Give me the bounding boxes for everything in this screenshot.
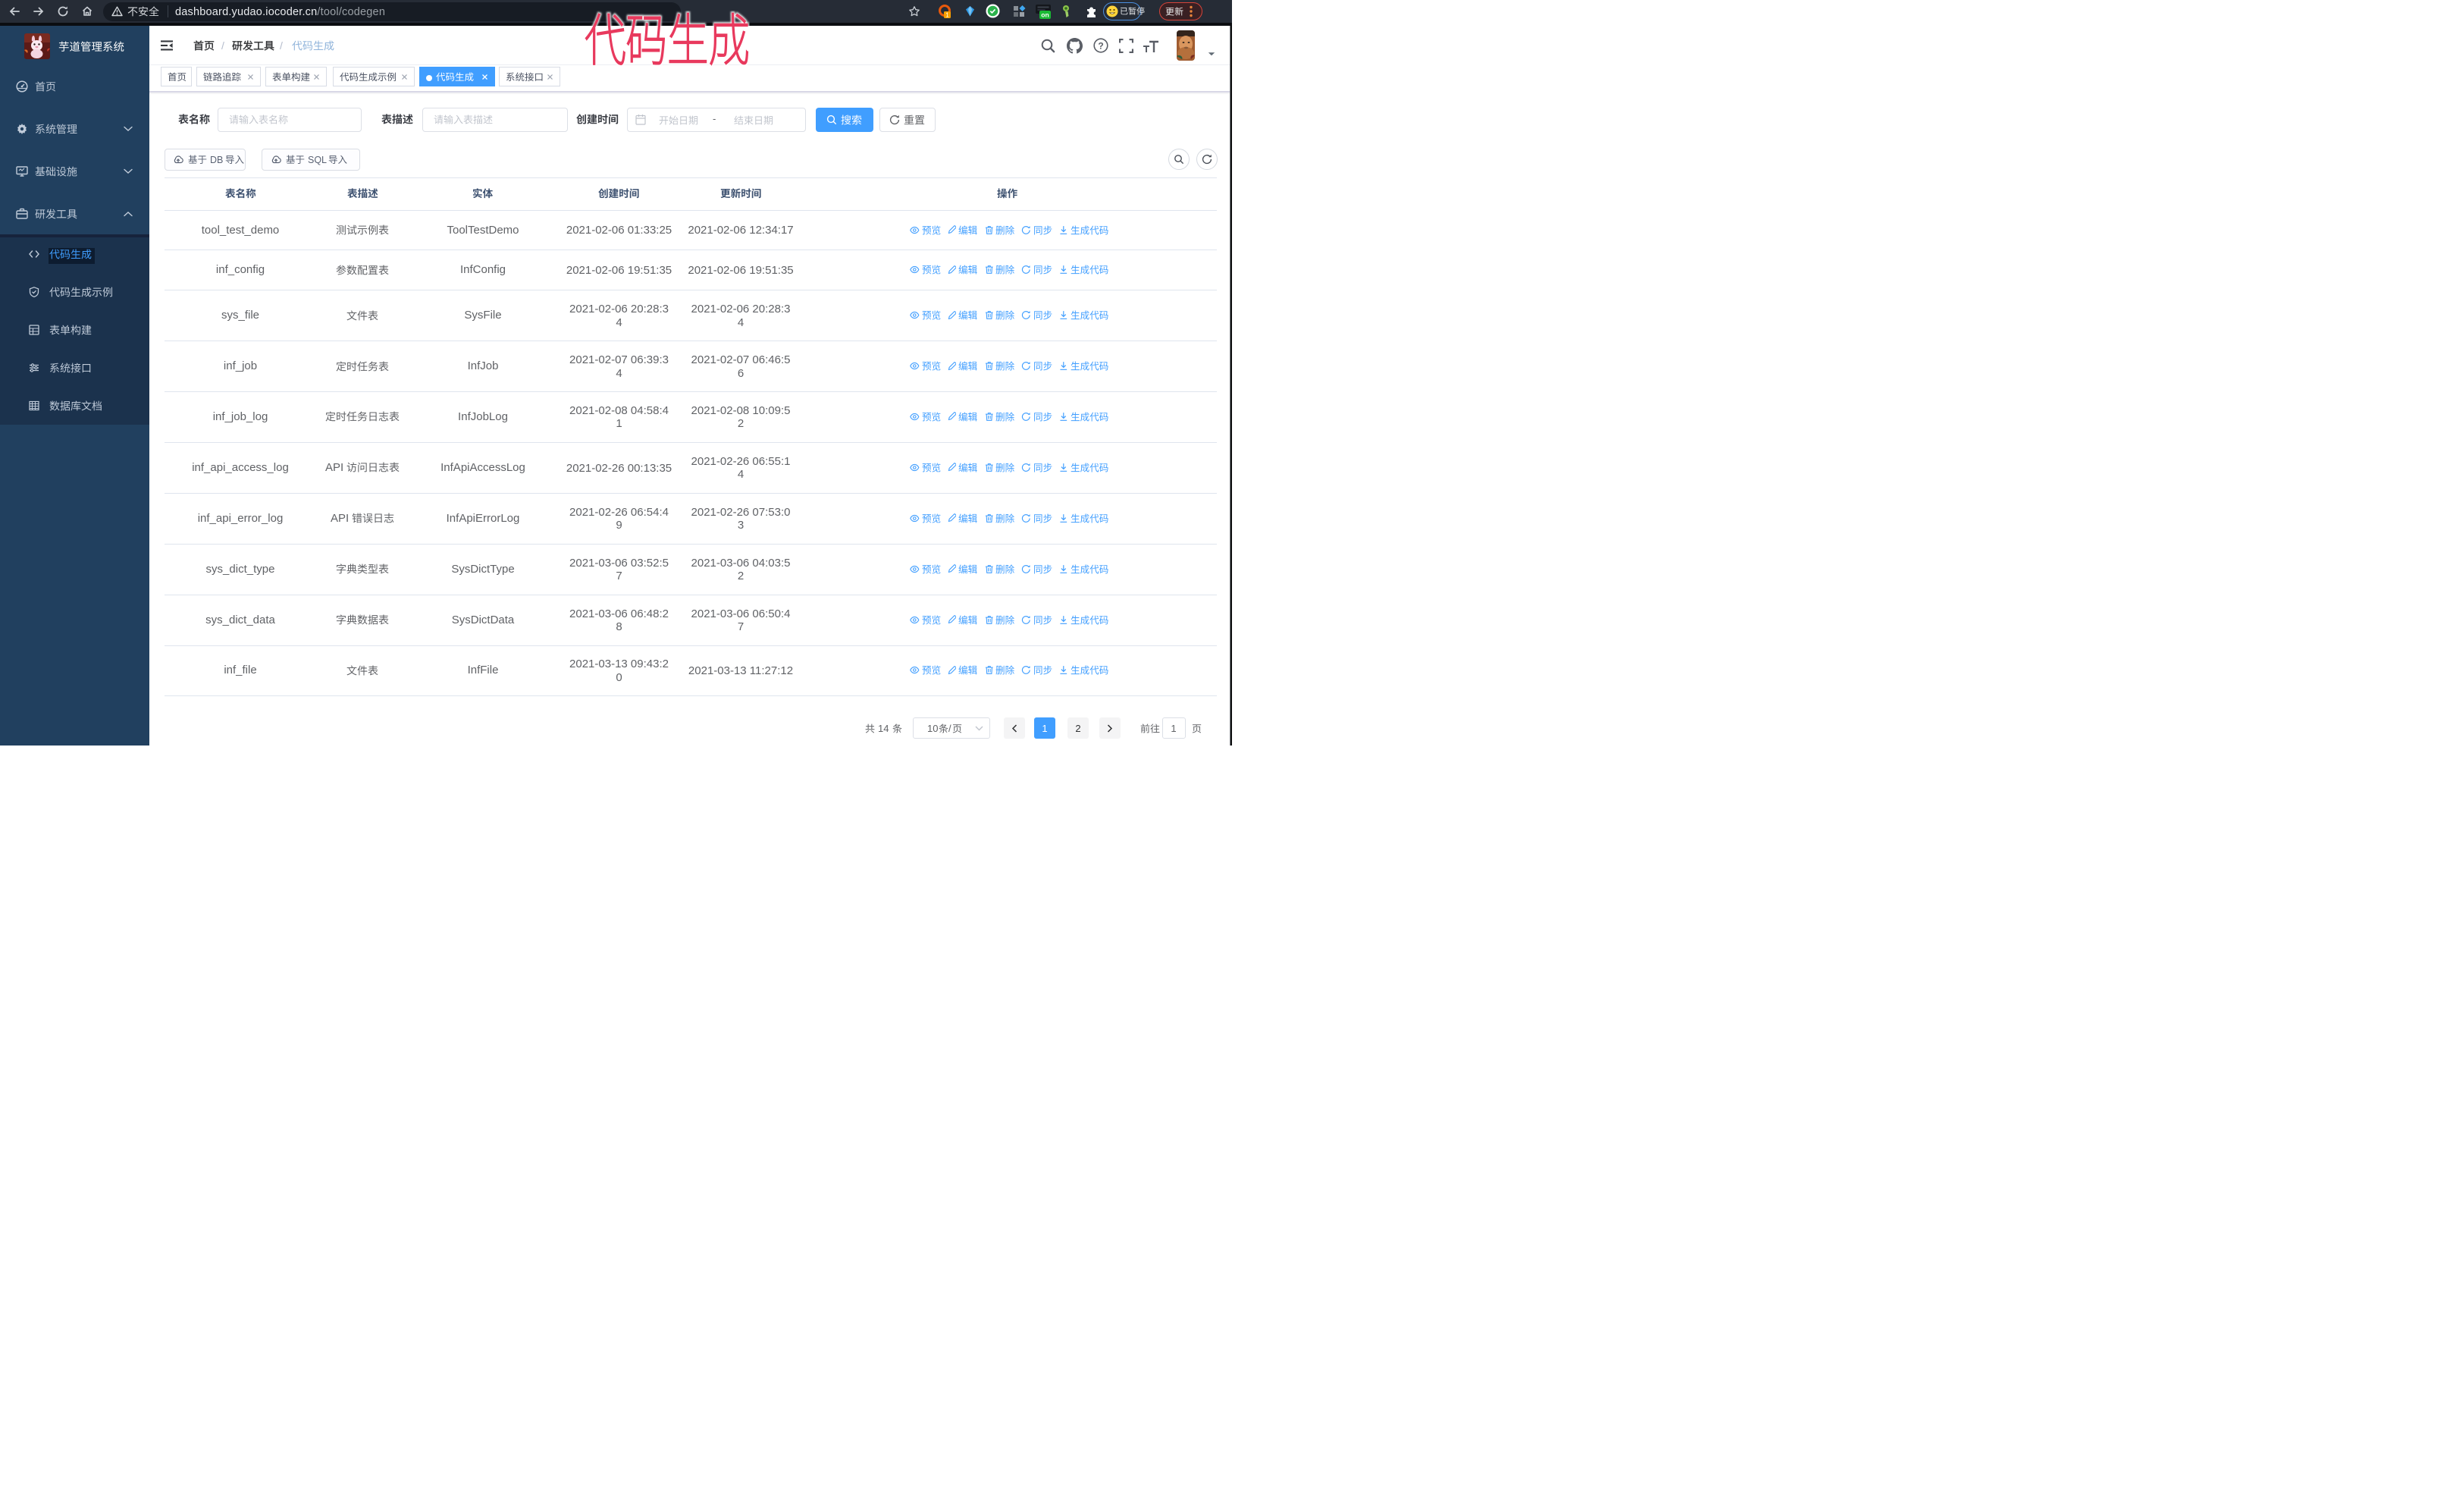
svg-text:on: on — [1041, 11, 1049, 19]
svg-text:?: ? — [1098, 41, 1103, 52]
svg-text:1: 1 — [945, 11, 949, 18]
